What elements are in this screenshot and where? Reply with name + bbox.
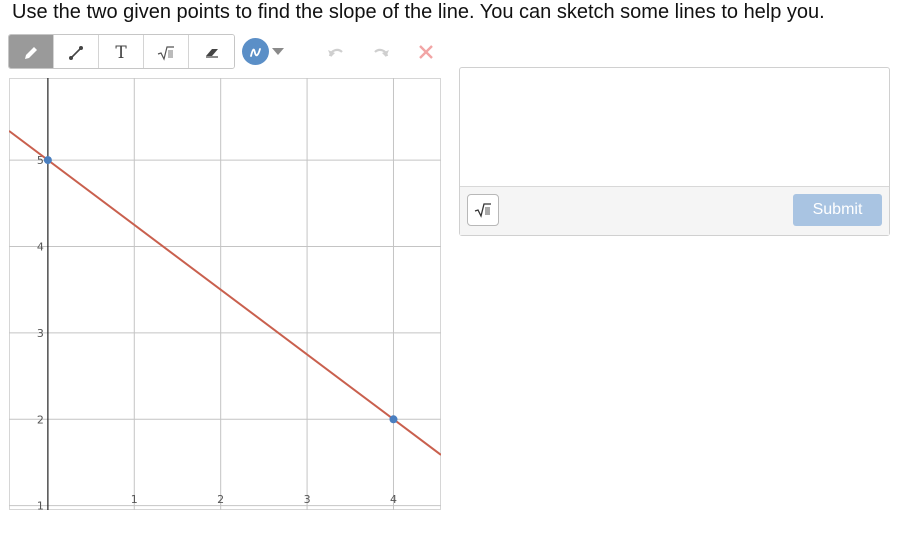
- ink-color-icon: [249, 47, 261, 57]
- redo-button[interactable]: [369, 40, 393, 64]
- given-point[interactable]: [389, 415, 398, 424]
- tool-group: T: [8, 34, 235, 69]
- answer-box: Submit: [459, 67, 890, 236]
- answer-footer: Submit: [460, 186, 889, 235]
- y-tick-label: 2: [37, 413, 44, 426]
- text-icon: T: [115, 42, 127, 63]
- coordinate-graph[interactable]: 1 2 3 412345: [9, 78, 441, 510]
- undo-button[interactable]: [324, 40, 348, 64]
- y-tick-label: 1: [37, 500, 44, 510]
- undo-icon: [328, 48, 343, 57]
- x-tick-label: 2: [217, 493, 224, 506]
- redo-icon: [374, 48, 389, 57]
- square-root-icon: [157, 45, 174, 61]
- given-point[interactable]: [43, 156, 52, 165]
- submit-button[interactable]: Submit: [793, 194, 882, 226]
- answer-input[interactable]: [460, 68, 889, 188]
- pencil-icon: [25, 46, 37, 59]
- eraser-icon: [205, 48, 218, 58]
- y-tick-label: 3: [37, 327, 44, 340]
- square-root-icon: [474, 203, 491, 218]
- ink-color-button[interactable]: [242, 38, 269, 65]
- question-prompt: Use the two given points to find the slo…: [12, 1, 825, 23]
- x-tick-label: 4: [390, 493, 397, 506]
- eraser-tool[interactable]: [189, 35, 234, 68]
- y-tick-label: 4: [37, 240, 44, 253]
- math-tool[interactable]: [144, 35, 189, 68]
- x-tick-label: 1: [131, 493, 138, 506]
- x-tick-label: 3: [304, 493, 311, 506]
- pencil-tool[interactable]: [9, 35, 54, 68]
- line-tool[interactable]: [54, 35, 99, 68]
- drawing-toolbar: T: [8, 33, 438, 70]
- line-segment-icon: [69, 45, 83, 60]
- chevron-down-icon[interactable]: [272, 48, 284, 55]
- math-keypad-button[interactable]: [467, 194, 499, 226]
- close-icon: [419, 44, 433, 59]
- clear-button[interactable]: [414, 40, 438, 64]
- text-tool[interactable]: T: [99, 35, 144, 68]
